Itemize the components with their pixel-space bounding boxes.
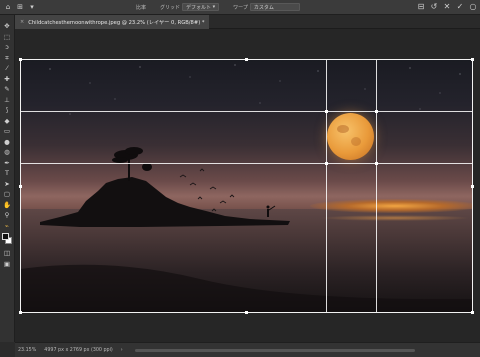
- crop-handle[interactable]: [245, 311, 248, 314]
- screen-mode-icon[interactable]: ▣: [2, 259, 13, 270]
- crop-frame[interactable]: [19, 58, 474, 314]
- warp-label: ワープ: [233, 4, 248, 11]
- crop-grid-point[interactable]: [375, 110, 378, 113]
- crop-handle[interactable]: [245, 58, 248, 61]
- warp-control: ワープ カスタム: [233, 3, 300, 11]
- color-swatches[interactable]: [1, 233, 13, 245]
- type-tool-icon[interactable]: T: [2, 168, 13, 179]
- blur-tool-icon[interactable]: ●: [2, 137, 13, 148]
- search-icon[interactable]: ○: [469, 2, 477, 11]
- photoshop-window: ⌂ ⊞ ▾ 比率 グリッド デフォルト ▾ ワープ カスタム ⊟ ↺ ✕ ✓ ○…: [0, 0, 480, 357]
- options-bar: ⌂ ⊞ ▾ 比率 グリッド デフォルト ▾ ワープ カスタム ⊟ ↺ ✕ ✓ ○: [0, 0, 480, 15]
- path-select-tool-icon[interactable]: ➤: [2, 179, 13, 190]
- healing-tool-icon[interactable]: ✚: [2, 74, 13, 85]
- crop-handle[interactable]: [19, 58, 22, 61]
- grid-control: グリッド デフォルト ▾: [160, 3, 220, 11]
- crop-grid-line[interactable]: [376, 60, 377, 312]
- eraser-tool-icon[interactable]: ◆: [2, 116, 13, 127]
- options-bar-actions: ⊟ ↺ ✕ ✓ ○: [417, 2, 477, 11]
- crop-grid-line[interactable]: [21, 163, 472, 164]
- grid-label: グリッド: [160, 4, 181, 11]
- move-tool-icon[interactable]: ✥: [2, 21, 13, 32]
- hand-tool-icon[interactable]: ✋: [2, 200, 13, 211]
- zoom-tool-icon[interactable]: ⚲: [2, 210, 13, 221]
- crop-handle[interactable]: [471, 311, 474, 314]
- horizontal-scrollbar[interactable]: [135, 349, 415, 352]
- home-icon[interactable]: ⌂: [4, 3, 12, 11]
- grid-dropdown[interactable]: デフォルト ▾: [182, 3, 220, 11]
- quick-mask-icon[interactable]: ◫: [2, 248, 13, 259]
- status-bar: 23.15% 4997 px x 2769 px (300 ppi) ›: [15, 342, 480, 357]
- shape-tool-icon[interactable]: ▢: [2, 189, 13, 200]
- dodge-tool-icon[interactable]: ◍: [2, 147, 13, 158]
- crop-handle[interactable]: [471, 58, 474, 61]
- crop-grid-point[interactable]: [325, 110, 328, 113]
- pen-tool-icon[interactable]: ✒: [2, 158, 13, 169]
- crop-grid-point[interactable]: [375, 162, 378, 165]
- eyedropper-tool-icon[interactable]: ⁄: [2, 63, 13, 74]
- cancel-icon[interactable]: ✕: [443, 2, 451, 11]
- undo-icon[interactable]: ↺: [430, 2, 438, 11]
- tools-panel: ✥ ⬚ ↄ ⌗ ⁄ ✚ ✎ ⊥ ⟆ ◆ ▭ ● ◍ ✒ T ➤ ▢ ✋ ⚲ ⌁ …: [0, 15, 15, 342]
- document-info: 4997 px x 2769 px (300 ppi): [44, 347, 113, 353]
- tool-preset-dropdown[interactable]: ▾: [28, 3, 36, 11]
- ratio-label: 比率: [136, 4, 147, 11]
- document-tab-bar: × Childcatchesthemoonwithrope.jpeg @ 23.…: [15, 15, 480, 29]
- crop-tool-icon[interactable]: ⌗: [2, 53, 13, 64]
- canvas-area[interactable]: [15, 29, 480, 342]
- document-tab[interactable]: × Childcatchesthemoonwithrope.jpeg @ 23.…: [15, 15, 210, 29]
- brush-tool-icon[interactable]: ✎: [2, 84, 13, 95]
- zoom-level[interactable]: 23.15%: [18, 348, 36, 353]
- document-title: Childcatchesthemoonwithrope.jpeg @ 23.2%…: [28, 19, 205, 26]
- gradient-tool-icon[interactable]: ▭: [2, 126, 13, 137]
- split-grid-icon[interactable]: ⊟: [417, 2, 425, 11]
- history-brush-tool-icon[interactable]: ⟆: [2, 105, 13, 116]
- crop-grid-line[interactable]: [326, 60, 327, 312]
- foreground-color-swatch[interactable]: [1, 233, 9, 240]
- warp-tool-icon[interactable]: ⊞: [16, 3, 24, 11]
- close-tab-icon[interactable]: ×: [20, 19, 24, 25]
- crop-handle[interactable]: [19, 185, 22, 188]
- lasso-tool-icon[interactable]: ↄ: [2, 42, 13, 53]
- edit-toolbar-icon[interactable]: ⌁: [2, 221, 13, 232]
- commit-icon[interactable]: ✓: [456, 2, 464, 11]
- marquee-tool-icon[interactable]: ⬚: [2, 32, 13, 43]
- warp-dropdown[interactable]: カスタム: [249, 3, 300, 11]
- status-arrow-icon[interactable]: ›: [121, 348, 123, 353]
- ratio-control[interactable]: 比率: [136, 4, 146, 11]
- crop-handle[interactable]: [471, 185, 474, 188]
- stamp-tool-icon[interactable]: ⊥: [2, 95, 13, 106]
- crop-grid-point[interactable]: [325, 162, 328, 165]
- crop-grid-line[interactable]: [21, 111, 472, 112]
- crop-handle[interactable]: [19, 311, 22, 314]
